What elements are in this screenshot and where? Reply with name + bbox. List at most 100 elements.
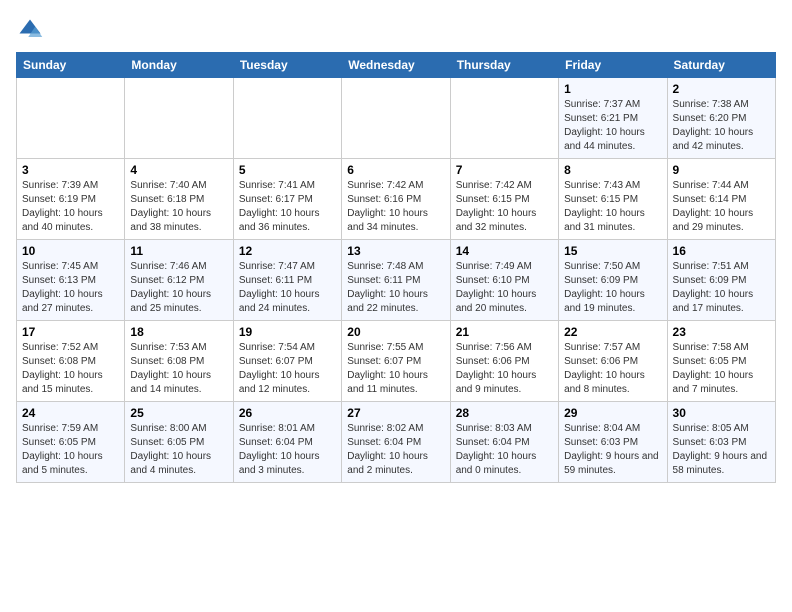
calendar-table: SundayMondayTuesdayWednesdayThursdayFrid… bbox=[16, 52, 776, 483]
day-number: 7 bbox=[456, 163, 553, 177]
calendar-week-2: 3 Sunrise: 7:39 AM Sunset: 6:19 PM Daylig… bbox=[17, 159, 776, 240]
calendar-cell: 8 Sunrise: 7:43 AM Sunset: 6:15 PM Daylig… bbox=[559, 159, 667, 240]
calendar-cell: 3 Sunrise: 7:39 AM Sunset: 6:19 PM Daylig… bbox=[17, 159, 125, 240]
day-number: 11 bbox=[130, 244, 227, 258]
calendar-cell: 23 Sunrise: 7:58 AM Sunset: 6:05 PM Dayli… bbox=[667, 321, 775, 402]
calendar-cell: 6 Sunrise: 7:42 AM Sunset: 6:16 PM Daylig… bbox=[342, 159, 450, 240]
day-info: Sunrise: 7:39 AM Sunset: 6:19 PM Dayligh… bbox=[22, 179, 119, 235]
day-info: Sunrise: 7:58 AM Sunset: 6:05 PM Dayligh… bbox=[673, 341, 770, 397]
calendar-cell: 28 Sunrise: 8:03 AM Sunset: 6:04 PM Dayli… bbox=[450, 402, 558, 483]
calendar-cell: 11 Sunrise: 7:46 AM Sunset: 6:12 PM Dayli… bbox=[125, 240, 233, 321]
weekday-header-row: SundayMondayTuesdayWednesdayThursdayFrid… bbox=[17, 53, 776, 78]
calendar-cell bbox=[233, 78, 341, 159]
calendar-cell: 1Sunrise: 7:37 AM Sunset: 6:21 PM Daylig… bbox=[559, 78, 667, 159]
day-info: Sunrise: 7:46 AM Sunset: 6:12 PM Dayligh… bbox=[130, 260, 227, 316]
day-info: Sunrise: 7:41 AM Sunset: 6:17 PM Dayligh… bbox=[239, 179, 336, 235]
calendar-cell: 20 Sunrise: 7:55 AM Sunset: 6:07 PM Dayli… bbox=[342, 321, 450, 402]
day-number: 24 bbox=[22, 406, 119, 420]
day-number: 9 bbox=[673, 163, 770, 177]
calendar-cell: 30 Sunrise: 8:05 AM Sunset: 6:03 PM Dayli… bbox=[667, 402, 775, 483]
day-info: Sunrise: 7:59 AM Sunset: 6:05 PM Dayligh… bbox=[22, 422, 119, 478]
day-info: Sunrise: 7:38 AM Sunset: 6:20 PM Dayligh… bbox=[673, 98, 770, 154]
calendar-week-5: 24 Sunrise: 7:59 AM Sunset: 6:05 PM Dayli… bbox=[17, 402, 776, 483]
day-number: 19 bbox=[239, 325, 336, 339]
day-info: Sunrise: 7:42 AM Sunset: 6:15 PM Dayligh… bbox=[456, 179, 553, 235]
day-number: 28 bbox=[456, 406, 553, 420]
calendar-cell: 27 Sunrise: 8:02 AM Sunset: 6:04 PM Dayli… bbox=[342, 402, 450, 483]
calendar-cell bbox=[342, 78, 450, 159]
day-number: 13 bbox=[347, 244, 444, 258]
calendar-cell bbox=[450, 78, 558, 159]
day-number: 25 bbox=[130, 406, 227, 420]
day-info: Sunrise: 7:52 AM Sunset: 6:08 PM Dayligh… bbox=[22, 341, 119, 397]
calendar-cell: 4Sunrise: 7:40 AM Sunset: 6:18 PM Daylig… bbox=[125, 159, 233, 240]
calendar-cell: 2 Sunrise: 7:38 AM Sunset: 6:20 PM Daylig… bbox=[667, 78, 775, 159]
calendar-cell: 14Sunrise: 7:49 AM Sunset: 6:10 PM Dayli… bbox=[450, 240, 558, 321]
day-info: Sunrise: 8:02 AM Sunset: 6:04 PM Dayligh… bbox=[347, 422, 444, 478]
calendar-cell: 25 Sunrise: 8:00 AM Sunset: 6:05 PM Dayli… bbox=[125, 402, 233, 483]
day-info: Sunrise: 7:57 AM Sunset: 6:06 PM Dayligh… bbox=[564, 341, 661, 397]
day-number: 6 bbox=[347, 163, 444, 177]
day-number: 22 bbox=[564, 325, 661, 339]
day-number: 8 bbox=[564, 163, 661, 177]
day-number: 14 bbox=[456, 244, 553, 258]
calendar-cell: 19Sunrise: 7:54 AM Sunset: 6:07 PM Dayli… bbox=[233, 321, 341, 402]
day-info: Sunrise: 8:03 AM Sunset: 6:04 PM Dayligh… bbox=[456, 422, 553, 478]
day-number: 10 bbox=[22, 244, 119, 258]
day-info: Sunrise: 8:04 AM Sunset: 6:03 PM Dayligh… bbox=[564, 422, 661, 478]
calendar-cell: 29 Sunrise: 8:04 AM Sunset: 6:03 PM Dayli… bbox=[559, 402, 667, 483]
day-number: 17 bbox=[22, 325, 119, 339]
day-info: Sunrise: 7:53 AM Sunset: 6:08 PM Dayligh… bbox=[130, 341, 227, 397]
day-info: Sunrise: 7:51 AM Sunset: 6:09 PM Dayligh… bbox=[673, 260, 770, 316]
calendar-cell: 7 Sunrise: 7:42 AM Sunset: 6:15 PM Daylig… bbox=[450, 159, 558, 240]
calendar-week-3: 10 Sunrise: 7:45 AM Sunset: 6:13 PM Dayli… bbox=[17, 240, 776, 321]
day-info: Sunrise: 7:48 AM Sunset: 6:11 PM Dayligh… bbox=[347, 260, 444, 316]
weekday-tuesday: Tuesday bbox=[233, 53, 341, 78]
calendar-cell: 15 Sunrise: 7:50 AM Sunset: 6:09 PM Dayli… bbox=[559, 240, 667, 321]
calendar-cell: 12Sunrise: 7:47 AM Sunset: 6:11 PM Dayli… bbox=[233, 240, 341, 321]
day-number: 5 bbox=[239, 163, 336, 177]
calendar-week-1: 1Sunrise: 7:37 AM Sunset: 6:21 PM Daylig… bbox=[17, 78, 776, 159]
day-number: 3 bbox=[22, 163, 119, 177]
weekday-friday: Friday bbox=[559, 53, 667, 78]
day-number: 23 bbox=[673, 325, 770, 339]
day-number: 18 bbox=[130, 325, 227, 339]
day-number: 2 bbox=[673, 82, 770, 96]
logo-icon bbox=[16, 16, 44, 44]
calendar-body: 1Sunrise: 7:37 AM Sunset: 6:21 PM Daylig… bbox=[17, 78, 776, 483]
day-info: Sunrise: 8:00 AM Sunset: 6:05 PM Dayligh… bbox=[130, 422, 227, 478]
day-number: 20 bbox=[347, 325, 444, 339]
day-info: Sunrise: 7:45 AM Sunset: 6:13 PM Dayligh… bbox=[22, 260, 119, 316]
day-number: 27 bbox=[347, 406, 444, 420]
weekday-thursday: Thursday bbox=[450, 53, 558, 78]
day-number: 29 bbox=[564, 406, 661, 420]
day-info: Sunrise: 7:43 AM Sunset: 6:15 PM Dayligh… bbox=[564, 179, 661, 235]
day-info: Sunrise: 7:42 AM Sunset: 6:16 PM Dayligh… bbox=[347, 179, 444, 235]
calendar-cell: 18 Sunrise: 7:53 AM Sunset: 6:08 PM Dayli… bbox=[125, 321, 233, 402]
weekday-sunday: Sunday bbox=[17, 53, 125, 78]
day-info: Sunrise: 8:05 AM Sunset: 6:03 PM Dayligh… bbox=[673, 422, 770, 478]
weekday-saturday: Saturday bbox=[667, 53, 775, 78]
calendar-cell: 21Sunrise: 7:56 AM Sunset: 6:06 PM Dayli… bbox=[450, 321, 558, 402]
calendar-cell: 5 Sunrise: 7:41 AM Sunset: 6:17 PM Daylig… bbox=[233, 159, 341, 240]
day-info: Sunrise: 8:01 AM Sunset: 6:04 PM Dayligh… bbox=[239, 422, 336, 478]
calendar-cell bbox=[17, 78, 125, 159]
day-number: 30 bbox=[673, 406, 770, 420]
day-info: Sunrise: 7:37 AM Sunset: 6:21 PM Dayligh… bbox=[564, 98, 661, 154]
day-number: 16 bbox=[673, 244, 770, 258]
calendar-cell bbox=[125, 78, 233, 159]
logo bbox=[16, 16, 48, 44]
calendar-cell: 9 Sunrise: 7:44 AM Sunset: 6:14 PM Daylig… bbox=[667, 159, 775, 240]
day-info: Sunrise: 7:44 AM Sunset: 6:14 PM Dayligh… bbox=[673, 179, 770, 235]
day-number: 12 bbox=[239, 244, 336, 258]
day-number: 15 bbox=[564, 244, 661, 258]
weekday-wednesday: Wednesday bbox=[342, 53, 450, 78]
day-info: Sunrise: 7:56 AM Sunset: 6:06 PM Dayligh… bbox=[456, 341, 553, 397]
day-info: Sunrise: 7:55 AM Sunset: 6:07 PM Dayligh… bbox=[347, 341, 444, 397]
calendar-week-4: 17 Sunrise: 7:52 AM Sunset: 6:08 PM Dayli… bbox=[17, 321, 776, 402]
calendar-cell: 10 Sunrise: 7:45 AM Sunset: 6:13 PM Dayli… bbox=[17, 240, 125, 321]
day-info: Sunrise: 7:50 AM Sunset: 6:09 PM Dayligh… bbox=[564, 260, 661, 316]
calendar-cell: 13 Sunrise: 7:48 AM Sunset: 6:11 PM Dayli… bbox=[342, 240, 450, 321]
calendar-cell: 26 Sunrise: 8:01 AM Sunset: 6:04 PM Dayli… bbox=[233, 402, 341, 483]
day-number: 26 bbox=[239, 406, 336, 420]
